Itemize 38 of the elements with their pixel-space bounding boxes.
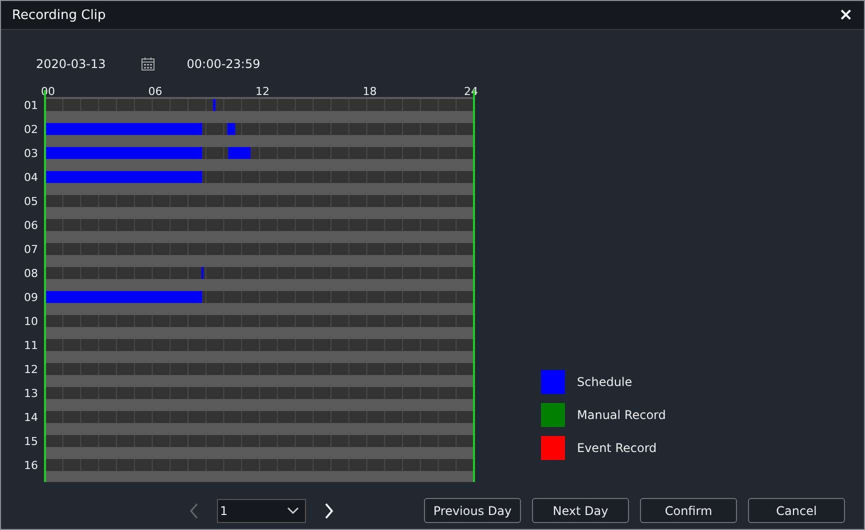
page-select[interactable]: 1 <box>217 498 306 522</box>
action-button[interactable]: Confirm <box>640 498 737 523</box>
channel-label: 04 <box>24 171 38 184</box>
tick-label: 24 <box>464 86 478 98</box>
channel-label: 11 <box>24 339 38 352</box>
next-page-icon[interactable] <box>324 502 334 518</box>
channel-label: 09 <box>24 291 38 304</box>
channel-label: 02 <box>24 123 38 136</box>
channel-label: 03 <box>24 147 38 160</box>
channel-label: 15 <box>24 435 38 448</box>
action-button[interactable]: Cancel <box>748 498 845 523</box>
channel-label: 16 <box>24 459 38 472</box>
channel-label: 14 <box>24 411 38 424</box>
recording-bar <box>201 267 204 279</box>
legend-label: Event Record <box>577 441 657 455</box>
channel-label: 08 <box>24 267 38 280</box>
tick-label: 06 <box>148 86 162 98</box>
legend-label: Schedule <box>577 375 632 389</box>
channel-label: 01 <box>24 99 38 112</box>
action-button[interactable]: Previous Day <box>424 498 521 523</box>
channel-label: 06 <box>24 219 38 232</box>
close-button[interactable]: × <box>836 6 856 24</box>
action-button[interactable]: Next Day <box>532 498 629 523</box>
channel-label: 10 <box>24 315 38 328</box>
caret-icon <box>287 506 299 514</box>
window-title: Recording Clip <box>12 8 106 22</box>
tick-label: 18 <box>362 86 377 98</box>
legend-label: Manual Record <box>577 408 666 422</box>
channel-label: 05 <box>24 195 38 208</box>
channel-label: 07 <box>24 243 38 256</box>
time-range-text: 00:00-23:59 <box>186 57 260 71</box>
calendar-icon[interactable] <box>140 57 155 71</box>
channel-label: 12 <box>24 363 38 376</box>
tick-label: 12 <box>256 86 270 98</box>
channel-label: 13 <box>24 387 38 400</box>
recording-bar <box>213 99 216 111</box>
recording-bar <box>228 147 251 159</box>
date-text: 2020-03-13 <box>36 57 106 71</box>
